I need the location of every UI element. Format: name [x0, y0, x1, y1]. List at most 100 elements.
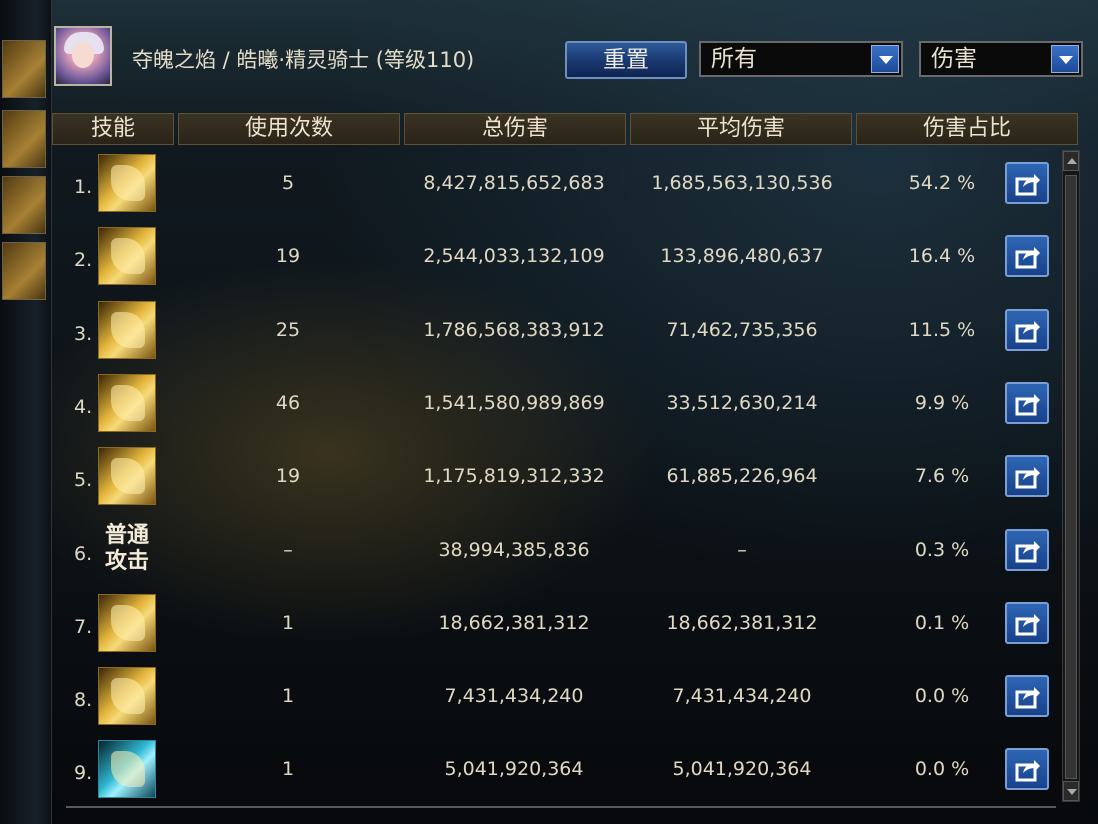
skill-icon[interactable]: [98, 740, 156, 799]
character-portrait: [54, 26, 112, 86]
share-icon: [1015, 174, 1040, 196]
header-avg[interactable]: 平均伤害: [630, 113, 852, 145]
side-skill-slot[interactable]: [2, 242, 46, 300]
dropdown-arrow-icon[interactable]: [871, 45, 899, 73]
use-count: 19: [275, 465, 301, 488]
portrait-face: [72, 42, 94, 68]
table-row: 6. 普通 攻击 – 38,994,385,836 – 0.3 %: [52, 515, 1062, 587]
table-scrollbar[interactable]: [1062, 150, 1080, 802]
share-button[interactable]: [1005, 675, 1049, 718]
row-rank: 7.: [74, 615, 93, 638]
skill-icon[interactable]: [98, 227, 156, 286]
average-damage: 33,512,630,214: [666, 391, 818, 414]
skill-icon-basic-attack[interactable]: 普通 攻击: [98, 521, 156, 579]
average-damage: 1,685,563,130,536: [651, 172, 833, 194]
skill-icon[interactable]: [98, 154, 156, 212]
table-row: 9. 1 5,041,920,364 5,041,920,364 0.0 %: [52, 734, 1062, 806]
skill-glyph-icon: [111, 165, 145, 201]
skill-icon[interactable]: [98, 447, 156, 506]
share-button[interactable]: [1005, 455, 1049, 498]
share-button[interactable]: [1005, 601, 1049, 644]
total-damage: 18,662,381,312: [438, 611, 590, 634]
total-damage: 38,994,385,836: [438, 538, 590, 561]
share-icon: [1015, 540, 1040, 562]
side-skill-slot[interactable]: [2, 110, 46, 168]
skill-icon[interactable]: [98, 373, 156, 432]
filter-metric-dropdown[interactable]: 伤害: [919, 41, 1083, 77]
share-button[interactable]: [1005, 235, 1049, 278]
reset-button[interactable]: 重置: [565, 41, 687, 79]
share-icon: [1015, 760, 1040, 782]
average-damage: 61,885,226,964: [666, 465, 818, 488]
table-header: 技能 使用次数 总伤害 平均伤害 伤害占比: [52, 113, 1082, 145]
scroll-down-icon[interactable]: [1063, 781, 1079, 801]
row-rank: 4.: [74, 395, 93, 418]
skill-glyph-icon: [111, 678, 145, 715]
share-icon: [1015, 320, 1040, 343]
use-count: 1: [281, 758, 295, 781]
average-damage: –: [737, 538, 747, 561]
total-damage: 2,544,033,132,109: [423, 245, 605, 268]
use-count: 5: [281, 172, 295, 194]
share-icon: [1015, 247, 1040, 269]
use-count: 1: [281, 685, 295, 708]
average-damage: 18,662,381,312: [666, 611, 818, 634]
scroll-thumb[interactable]: [1065, 175, 1077, 779]
average-damage: 7,431,434,240: [672, 685, 812, 708]
skill-icon[interactable]: [98, 667, 156, 726]
filter-all-dropdown[interactable]: 所有: [699, 41, 903, 77]
damage-share: 0.3 %: [914, 538, 970, 561]
table-row: 2. 19 2,544,033,132,109 133,896,480,637 16.4…: [52, 221, 1062, 293]
skill-icon[interactable]: [98, 593, 156, 652]
row-rank: 9.: [74, 762, 93, 785]
share-button[interactable]: [1005, 162, 1049, 204]
use-count: 25: [275, 318, 301, 341]
skill-glyph-icon: [111, 458, 145, 495]
dropdown-arrow-icon[interactable]: [1051, 45, 1079, 73]
share-button[interactable]: [1005, 381, 1049, 424]
row-rank: 5.: [74, 469, 93, 492]
share-icon: [1015, 467, 1040, 489]
use-count: 19: [275, 245, 301, 268]
scroll-up-icon[interactable]: [1063, 151, 1079, 171]
damage-share: 9.9 %: [914, 391, 970, 414]
share-icon: [1015, 393, 1040, 416]
total-damage: 1,786,568,383,912: [423, 318, 605, 341]
damage-share: 0.1 %: [914, 611, 970, 634]
total-damage: 1,175,819,312,332: [423, 465, 605, 488]
character-title: 夺魄之焰 / 皓曦·精灵骑士 (等级110): [132, 48, 475, 72]
table-row: 8. 1 7,431,434,240 7,431,434,240 0.0 %: [52, 661, 1062, 733]
share-button[interactable]: [1005, 748, 1049, 791]
side-skill-slot[interactable]: [2, 40, 46, 98]
row-rank: 2.: [74, 249, 93, 272]
header-count[interactable]: 使用次数: [178, 113, 400, 145]
total-damage: 1,541,580,989,869: [423, 391, 605, 414]
table-row: 4. 46 1,541,580,989,869 33,512,630,214 9.9 %: [52, 368, 1062, 440]
share-button[interactable]: [1005, 308, 1049, 351]
average-damage: 5,041,920,364: [672, 758, 812, 781]
header-total[interactable]: 总伤害: [404, 113, 626, 145]
skill-glyph-icon: [111, 311, 145, 348]
damage-share: 0.0 %: [914, 685, 970, 708]
use-count: 46: [275, 391, 301, 414]
damage-share: 7.6 %: [914, 465, 970, 488]
damage-share: 16.4 %: [908, 245, 976, 268]
use-count: –: [283, 538, 293, 561]
share-icon: [1015, 613, 1040, 636]
filter-metric-value: 伤害: [931, 46, 977, 72]
skill-glyph-icon: [111, 751, 145, 788]
header-pct[interactable]: 伤害占比: [856, 113, 1078, 145]
use-count: 1: [281, 611, 295, 634]
damage-share: 0.0 %: [914, 758, 970, 781]
share-button[interactable]: [1005, 528, 1049, 571]
side-skill-slot[interactable]: [2, 176, 46, 234]
left-side-panel: [0, 0, 52, 824]
damage-stats-panel: 夺魄之焰 / 皓曦·精灵骑士 (等级110) 重置 所有 伤害 技能 使用次数 …: [52, 0, 1098, 824]
skill-icon[interactable]: [98, 300, 156, 359]
skill-glyph-icon: [111, 238, 145, 275]
row-rank: 8.: [74, 689, 93, 712]
header-skill[interactable]: 技能: [52, 113, 174, 145]
skill-glyph-icon: [111, 604, 145, 641]
row-rank: 6.: [74, 542, 93, 565]
table-bottom-divider: [66, 806, 1056, 808]
